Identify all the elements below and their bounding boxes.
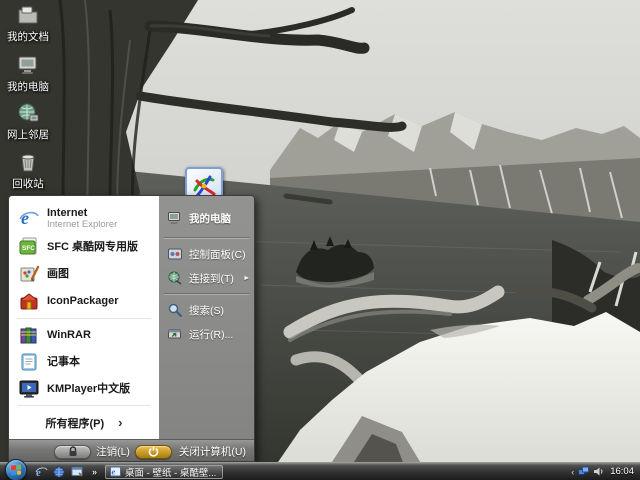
my-documents-icon [16, 3, 40, 27]
taskbar-clock: 16:04 [610, 466, 634, 477]
internet-explorer-icon: e [35, 465, 48, 478]
all-programs-label: 所有程序(P) [45, 415, 104, 431]
globe-icon [53, 466, 65, 478]
show-desktop-icon [71, 466, 83, 478]
taskbar-window-button[interactable]: e 桌面 - 壁纸 - 桌酷壁... [105, 465, 223, 479]
start-menu-item-subtitle: Internet Explorer [47, 219, 117, 230]
all-programs-arrow-icon: › [118, 418, 122, 428]
start-menu-right-panel: 我的电脑 控制面板(C) 连接到(T) ► [159, 196, 254, 439]
start-menu-item-label: 连接到(T) [189, 271, 234, 286]
start-menu-item-title: Internet [47, 207, 117, 219]
desktop-icon-label: 网上邻居 [7, 127, 49, 142]
quick-launch-bar: e » [34, 465, 97, 479]
tray-collapse-chevron[interactable]: ‹ [571, 467, 574, 477]
start-menu: e Internet Internet Explorer SFC SFC 桌酷网… [8, 195, 255, 462]
start-menu-item-sfc[interactable]: SFC SFC 桌酷网专用版 [9, 234, 159, 261]
quick-launch-show-desktop[interactable] [70, 465, 84, 479]
start-menu-left-panel: e Internet Internet Explorer SFC SFC 桌酷网… [9, 196, 159, 439]
start-menu-item-kmplayer[interactable]: KMPlayer中文版 [9, 375, 159, 402]
start-menu-item-title: SFC 桌酷网专用版 [47, 241, 138, 253]
start-menu-item-title: IconPackager [47, 295, 119, 307]
window-icon: e [110, 466, 121, 477]
start-menu-item-title: WinRAR [47, 329, 91, 341]
start-menu-divider [17, 318, 151, 319]
start-menu-divider [17, 405, 151, 406]
quick-launch-browser-globe[interactable] [52, 465, 66, 479]
shutdown-label[interactable]: 关闭计算机(U) [179, 444, 246, 459]
network-tray-icon[interactable] [578, 466, 589, 477]
svg-text:e: e [112, 467, 116, 477]
start-menu-item-run[interactable]: 运行(R)... [159, 322, 254, 346]
start-menu-item-title: KMPlayer中文版 [47, 383, 130, 395]
desktop-icon-label: 我的电脑 [7, 79, 49, 94]
start-menu-right-divider [164, 237, 249, 239]
winrar-icon [18, 324, 40, 346]
submenu-arrow-icon: ► [243, 275, 250, 282]
start-menu-item-label: 控制面板(C) [189, 247, 246, 262]
start-menu-item-title: 记事本 [47, 356, 80, 368]
recycle-bin-icon [16, 150, 40, 174]
control-panel-icon [167, 246, 183, 262]
search-icon [167, 302, 183, 318]
start-menu-right-divider [164, 293, 249, 295]
log-off-button[interactable] [54, 445, 91, 459]
run-icon [167, 326, 183, 342]
sfc-icon: SFC [18, 236, 40, 258]
log-off-label[interactable]: 注销(L) [96, 444, 130, 459]
volume-tray-icon[interactable] [593, 466, 604, 477]
my-computer-icon [167, 210, 183, 226]
start-menu-item-search[interactable]: 搜索(S) [159, 298, 254, 322]
my-computer-icon [16, 53, 40, 77]
start-menu-item-connect-to[interactable]: 连接到(T) ► [159, 266, 254, 290]
start-menu-item-iconpackager[interactable]: IconPackager [9, 288, 159, 315]
desktop-icon-label: 我的文档 [7, 29, 49, 44]
taskbar-window-title: 桌面 - 壁纸 - 桌酷壁... [125, 465, 216, 479]
kmplayer-icon [18, 378, 40, 400]
svg-text:SFC: SFC [22, 245, 35, 252]
power-icon [148, 446, 159, 457]
start-menu-item-label: 运行(R)... [189, 327, 233, 342]
start-menu-item-control-panel[interactable]: 控制面板(C) [159, 242, 254, 266]
desktop-icon-recycle-bin[interactable]: 回收站 [1, 150, 55, 191]
start-menu-item-notepad[interactable]: 记事本 [9, 348, 159, 375]
desktop-screen: 我的文档 我的电脑 网上邻居 回收站 e [0, 0, 640, 480]
system-tray: ‹ 16:04 [571, 466, 640, 477]
start-menu-item-paint[interactable]: 画图 [9, 261, 159, 288]
desktop-icon-network-places[interactable]: 网上邻居 [1, 101, 55, 142]
start-menu-footer: 注销(L) 关闭计算机(U) [9, 439, 254, 462]
connect-to-icon [167, 270, 183, 286]
quick-launch-internet-explorer[interactable]: e [34, 465, 48, 479]
desktop-icon-label: 回收站 [12, 176, 44, 191]
desktop-icon-my-documents[interactable]: 我的文档 [1, 3, 55, 44]
windows-logo-icon [11, 464, 21, 475]
network-places-icon [16, 101, 40, 125]
padlock-icon [67, 446, 79, 457]
iconpackager-icon [18, 290, 40, 312]
start-menu-item-my-computer[interactable]: 我的电脑 [159, 204, 254, 234]
start-button[interactable] [5, 459, 27, 480]
taskbar: e » e 桌面 - 壁纸 - 桌酷壁... ‹ 16:04 [0, 462, 640, 480]
svg-text:e: e [21, 208, 29, 228]
start-menu-item-label: 搜索(S) [189, 303, 224, 318]
desktop-icon-my-computer[interactable]: 我的电脑 [1, 53, 55, 94]
internet-explorer-icon: e [18, 207, 40, 229]
start-menu-item-label: 我的电脑 [189, 211, 231, 226]
notepad-icon [18, 351, 40, 373]
all-programs-button[interactable]: 所有程序(P) › [9, 409, 159, 435]
start-menu-item-internet[interactable]: e Internet Internet Explorer [9, 202, 159, 234]
shutdown-button[interactable] [135, 445, 172, 459]
start-menu-item-title: 画图 [47, 268, 69, 280]
quick-launch-overflow-chevron[interactable]: » [92, 467, 97, 477]
start-menu-item-winrar[interactable]: WinRAR [9, 321, 159, 348]
paint-icon [18, 263, 40, 285]
